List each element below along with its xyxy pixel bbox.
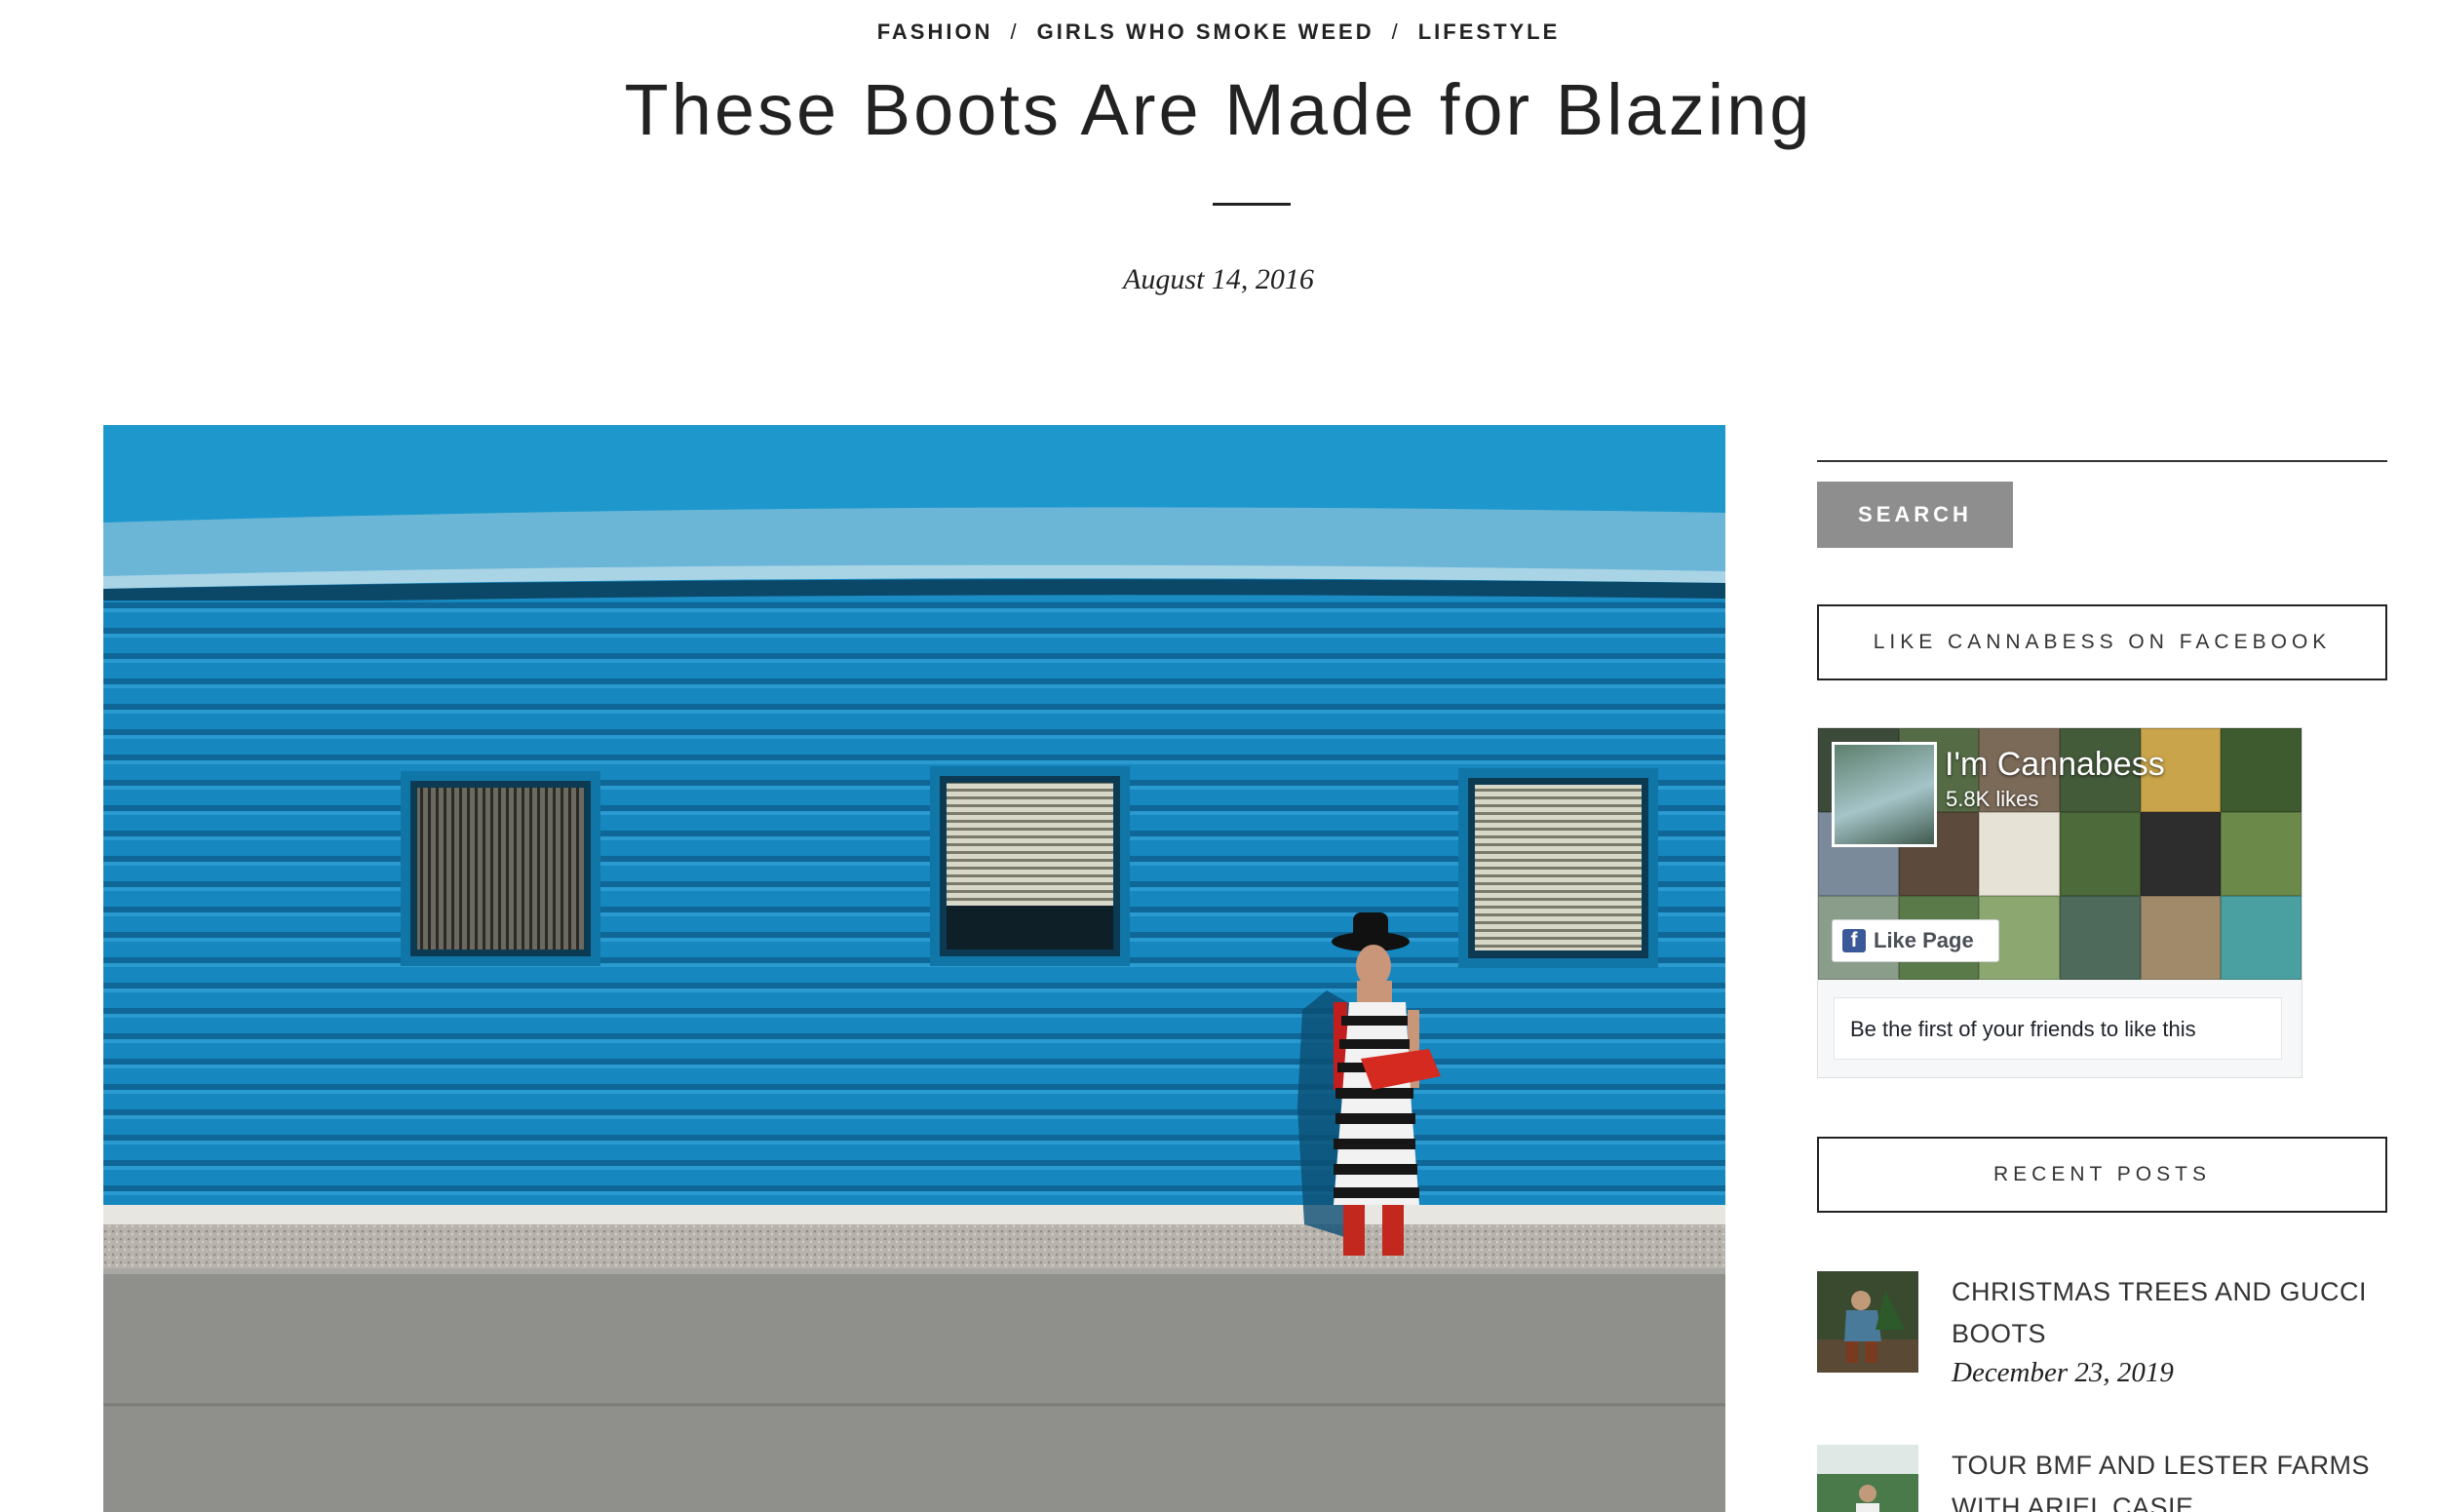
post-date: August 14, 2016 [1123, 263, 1314, 295]
featured-image [103, 425, 1725, 1512]
page: FASHION / GIRLS WHO SMOKE WEED / LIFESTYLE T… [0, 0, 2437, 1512]
facebook-page-widget: I'm Cannabess 5.8K likes f Like Page Be … [1817, 727, 2302, 1078]
search-input[interactable] [1817, 458, 2387, 462]
search-button[interactable]: SEARCH [1817, 482, 2013, 548]
facebook-cover-photo[interactable]: I'm Cannabess 5.8K likes f Like Page [1818, 728, 2302, 980]
recent-post-item[interactable]: TOUR BMF AND LESTER FARMS WITH ARIEL CAS… [1817, 1445, 2387, 1512]
facebook-page-avatar[interactable] [1832, 742, 1937, 847]
title-divider [1213, 203, 1291, 206]
recent-post-item[interactable]: CHRISTMAS TREES AND GUCCI BOOTS December… [1817, 1271, 2387, 1408]
category-link-lifestyle[interactable]: LIFESTYLE [1418, 19, 1561, 44]
facebook-like-count: 5.8K likes [1946, 787, 2039, 811]
recent-post-thumbnail[interactable] [1817, 1271, 1918, 1373]
recent-post-date: December 23, 2019 [1952, 1357, 2174, 1388]
facebook-like-label: Like Page [1874, 928, 1974, 952]
facebook-friends-text: Be the first of your friends to like thi… [1834, 997, 2282, 1060]
facebook-like-page-button[interactable]: f Like Page [1832, 919, 1999, 962]
recent-posts-title: RECENT POSTS [1817, 1137, 2387, 1213]
category-link-fashion[interactable]: FASHION [877, 19, 993, 44]
category-links: FASHION / GIRLS WHO SMOKE WEED / LIFESTYLE [0, 19, 2437, 45]
facebook-icon: f [1842, 929, 1866, 952]
recent-post-title[interactable]: CHRISTMAS TREES AND GUCCI BOOTS [1952, 1271, 2380, 1355]
category-link-girls-who-smoke-weed[interactable]: GIRLS WHO SMOKE WEED [1037, 19, 1374, 44]
category-separator: / [1391, 19, 1401, 44]
recent-post-thumbnail[interactable] [1817, 1445, 1918, 1512]
facebook-widget-title: LIKE CANNABESS ON FACEBOOK [1817, 604, 2387, 680]
facebook-page-name[interactable]: I'm Cannabess [1945, 746, 2165, 784]
recent-post-title[interactable]: TOUR BMF AND LESTER FARMS WITH ARIEL CAS… [1952, 1445, 2380, 1512]
post-title: These Boots Are Made for Blazing [624, 69, 1813, 150]
category-separator: / [1010, 19, 1020, 44]
